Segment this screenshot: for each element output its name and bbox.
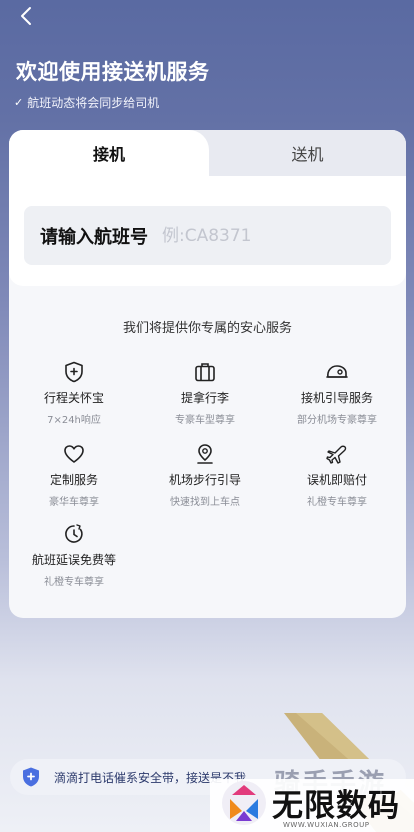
- service-pickup-guide[interactable]: 接机引导服务 部分机场专豪尊享: [272, 360, 402, 426]
- subtitle-text: 航班动态将会同步给司机: [27, 96, 160, 110]
- watermark-text: 无限数码: [272, 788, 400, 824]
- service-custom[interactable]: 定制服务 豪华车尊享: [9, 442, 139, 508]
- tab-pickup[interactable]: 接机: [9, 130, 209, 176]
- service-desc: 7×24h响应: [47, 415, 101, 426]
- service-name: 提拿行李: [180, 391, 229, 405]
- service-name: 定制服务: [49, 473, 98, 487]
- location-pin-icon: [193, 442, 217, 466]
- service-missed-flight[interactable]: 误机即赔付 礼橙专车尊享: [272, 442, 402, 508]
- service-desc: 豪华车尊享: [49, 497, 99, 508]
- page-subtitle: ✓ 航班动态将会同步给司机: [14, 94, 159, 111]
- service-desc: 专豪车型尊享: [175, 415, 235, 426]
- service-desc: 礼橙专车尊享: [307, 497, 367, 508]
- watermark-url: WWW.WUXIAN.GROUP: [283, 821, 370, 829]
- service-trip-care[interactable]: 行程关怀宝 7×24h响应: [9, 360, 139, 426]
- shield-plus-icon: [62, 360, 86, 384]
- flight-number-input[interactable]: [162, 225, 322, 246]
- service-name: 行程关怀宝: [43, 391, 104, 405]
- tab-bar: 接机 送机: [9, 130, 406, 176]
- chevron-left-icon: [21, 7, 31, 25]
- timer-icon: [62, 522, 86, 546]
- services-title: 我们将提供你专属的安心服务: [122, 321, 292, 336]
- service-desc: 部分机场专豪尊享: [297, 415, 377, 426]
- safety-shield-icon: [20, 766, 42, 788]
- flight-number-box[interactable]: 请输入航班号: [24, 206, 391, 265]
- service-luggage[interactable]: 提拿行李 专豪车型尊享: [140, 360, 270, 426]
- check-icon: ✓: [14, 96, 24, 109]
- back-button[interactable]: [14, 2, 38, 30]
- service-desc: 礼橙专车尊享: [44, 577, 104, 588]
- service-name: 航班延误免费等: [31, 553, 116, 567]
- service-delay-wait[interactable]: 航班延误免费等 礼橙专车尊享: [9, 522, 139, 588]
- luggage-icon: [193, 360, 217, 384]
- flight-input-panel: 请输入航班号: [9, 176, 406, 286]
- service-desc: 快速找到上车点: [170, 497, 240, 508]
- service-walk-guide[interactable]: 机场步行引导 快速找到上车点: [140, 442, 270, 508]
- plane-icon: [325, 442, 349, 466]
- cap-icon: [325, 360, 349, 384]
- service-name: 接机引导服务: [300, 391, 373, 405]
- flight-number-label: 请输入航班号: [40, 226, 148, 248]
- page-title: 欢迎使用接送机服务: [16, 60, 210, 84]
- booking-card: 接机 送机 请输入航班号 我们将提供你专属的安心服务 行程关怀宝 7×24h响应…: [9, 130, 406, 618]
- heart-icon: [62, 442, 86, 466]
- service-name: 误机即赔付: [306, 473, 367, 487]
- tab-dropoff[interactable]: 送机: [209, 130, 406, 176]
- service-name: 机场步行引导: [168, 473, 241, 487]
